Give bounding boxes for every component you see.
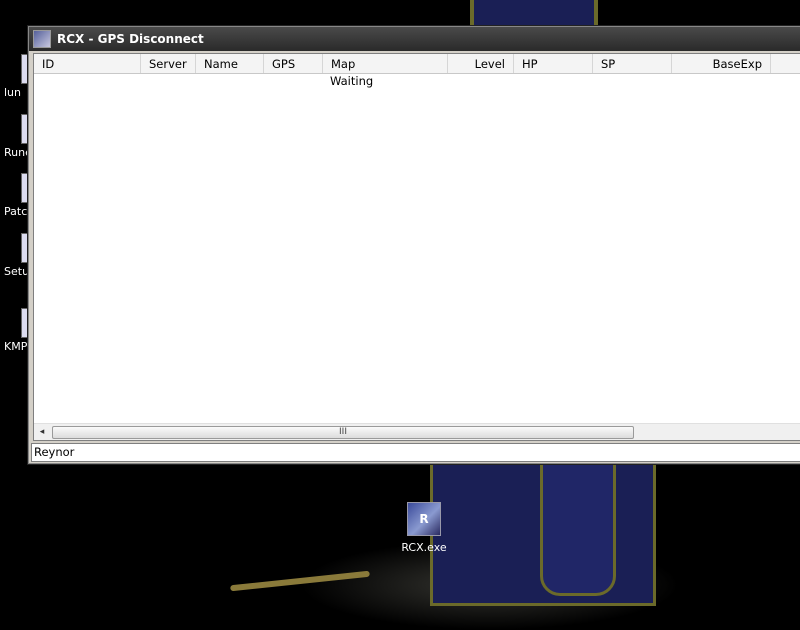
wallpaper-figure-top xyxy=(470,0,598,28)
app-icon xyxy=(33,30,51,48)
rcx-app-icon: R xyxy=(407,502,441,536)
column-header-server[interactable]: Server xyxy=(141,54,196,73)
column-header-filler xyxy=(771,54,800,73)
column-header-name[interactable]: Name xyxy=(196,54,264,73)
thumb-grip-icon: III xyxy=(339,427,347,437)
character-list[interactable]: ID Server Name GPS Map Level HP SP BaseE… xyxy=(33,53,800,441)
rcx-exe-shortcut[interactable]: R RCX.exe xyxy=(396,502,452,554)
column-header-hp[interactable]: HP xyxy=(514,54,593,73)
window-titlebar[interactable]: RCX - GPS Disconnect xyxy=(29,27,800,51)
column-header-map[interactable]: Map xyxy=(323,54,448,73)
scroll-left-icon[interactable]: ◂ xyxy=(34,424,50,440)
list-header: ID Server Name GPS Map Level HP SP BaseE… xyxy=(34,54,800,74)
status-bar: Reynor xyxy=(31,443,800,462)
window-title: RCX - GPS Disconnect xyxy=(57,32,204,46)
column-header-baseexp[interactable]: BaseExp xyxy=(672,54,771,73)
column-header-sp[interactable]: SP xyxy=(593,54,672,73)
rcx-window: RCX - GPS Disconnect ID Server Name GPS … xyxy=(28,26,800,464)
column-header-gps[interactable]: GPS xyxy=(264,54,323,73)
map-cell: Waiting xyxy=(330,74,374,88)
list-item[interactable]: Waiting xyxy=(330,74,373,88)
scrollbar-thumb[interactable]: III xyxy=(52,426,634,439)
column-header-id[interactable]: ID xyxy=(34,54,141,73)
horizontal-scrollbar[interactable]: ◂ III xyxy=(34,423,800,440)
column-header-level[interactable]: Level xyxy=(448,54,514,73)
status-text: Reynor xyxy=(34,445,75,459)
